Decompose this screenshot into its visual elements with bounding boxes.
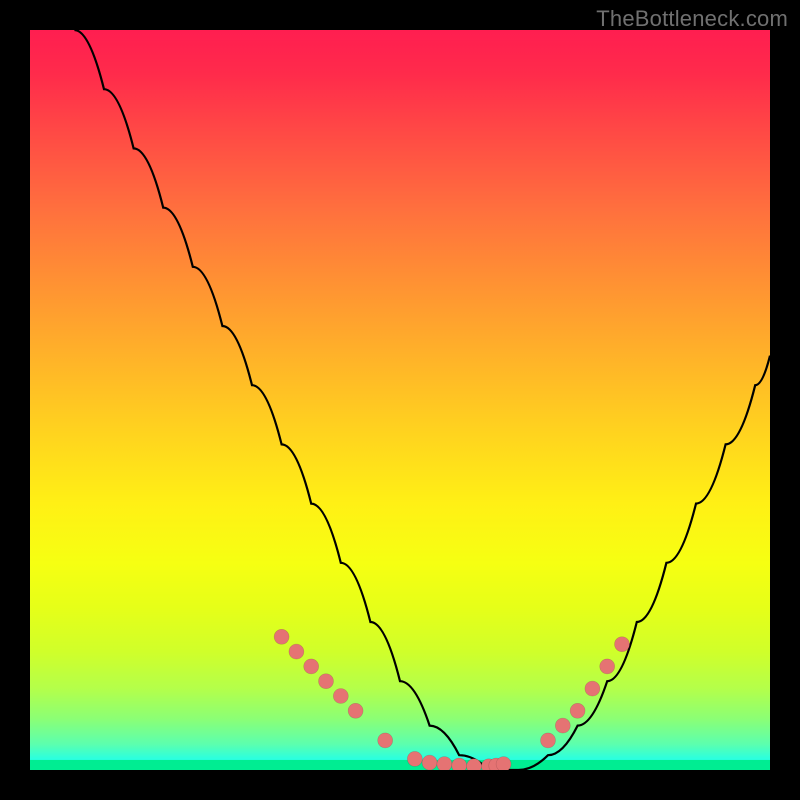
marker-dot	[378, 733, 393, 748]
marker-dot	[496, 757, 511, 770]
marker-dot	[348, 703, 363, 718]
marker-dot	[289, 644, 304, 659]
marker-dot	[467, 759, 482, 770]
marker-dot	[615, 637, 630, 652]
marker-dot	[570, 703, 585, 718]
marker-dot	[333, 689, 348, 704]
bottleneck-curve	[74, 30, 770, 770]
marker-dot	[304, 659, 319, 674]
marker-dot	[555, 718, 570, 733]
marker-dot	[319, 674, 334, 689]
marker-dot	[407, 751, 422, 766]
marker-dot	[274, 629, 289, 644]
marker-dots	[274, 629, 629, 770]
watermark-text: TheBottleneck.com	[596, 6, 788, 32]
marker-dot	[452, 758, 467, 770]
marker-dot	[600, 659, 615, 674]
marker-dot	[437, 757, 452, 770]
plot-area	[30, 30, 770, 770]
marker-dot	[541, 733, 556, 748]
marker-dot	[585, 681, 600, 696]
chart-svg	[30, 30, 770, 770]
marker-dot	[422, 755, 437, 770]
